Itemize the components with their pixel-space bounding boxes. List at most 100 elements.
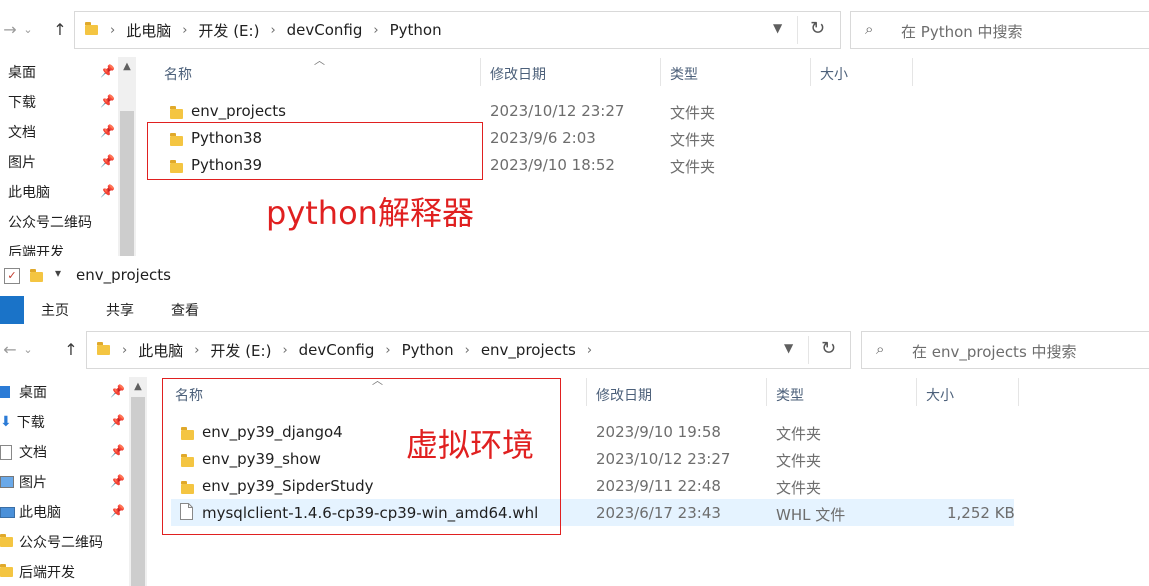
pin-icon: 📌 (110, 414, 125, 428)
scrollbar-thumb[interactable] (120, 111, 134, 256)
up-button[interactable]: ↑ (61, 340, 81, 360)
sidebar-item-qrcode[interactable]: 公众号二维码 (0, 207, 118, 237)
address-bar[interactable]: › 此电脑 › 开发 (E:) › devConfig › Python › e… (86, 331, 851, 369)
file-size: 1,252 KB (947, 504, 1015, 522)
folder-icon (85, 22, 98, 35)
folder-icon (170, 106, 183, 119)
search-icon: ⌕ (865, 20, 874, 38)
sidebar-item-backend[interactable]: 后端开发 (0, 237, 118, 256)
file-type: 文件夹 (670, 131, 716, 149)
folder-icon (97, 342, 110, 355)
search-box[interactable]: ⌕ 在 Python 中搜索 (850, 11, 1149, 49)
file-date: 2023/9/11 22:48 (596, 477, 721, 495)
sidebar-item-documents[interactable]: 文档 📌 (0, 437, 128, 467)
chevron-right-icon[interactable]: › (385, 343, 390, 358)
breadcrumb-devconfig[interactable]: devConfig (299, 341, 375, 359)
forward-button[interactable]: → (0, 20, 20, 40)
up-button[interactable]: ↑ (50, 20, 70, 40)
search-placeholder[interactable]: 在 env_projects 中搜索 (912, 341, 1077, 362)
sidebar-item-pictures[interactable]: 图片 📌 (0, 467, 128, 497)
sidebar-item-downloads[interactable]: ⬇ 下载 📌 (0, 407, 128, 437)
customize-toolbar-icon[interactable]: ▾ (55, 266, 61, 280)
file-tab[interactable] (0, 296, 24, 324)
sidebar-item-this-pc[interactable]: 此电脑 📌 (0, 497, 128, 527)
title-bar: ✓ ▾ env_projects (0, 256, 1149, 296)
refresh-icon[interactable]: ↻ (821, 338, 836, 359)
sidebar-scrollbar[interactable]: ▲ (118, 57, 136, 256)
recent-locations-icon[interactable]: ⌄ (18, 340, 38, 360)
folder-icon (30, 269, 43, 282)
address-history-dropdown-icon[interactable]: ▼ (784, 341, 793, 355)
scrollbar-thumb[interactable] (131, 397, 145, 586)
navigation-pane: 桌面 📌 ⬇ 下载 📌 文档 📌 图片 📌 此电脑 📌 公众号二维码 后端开发 (0, 377, 128, 586)
chevron-right-icon[interactable]: › (587, 343, 592, 358)
file-date: 2023/10/12 23:27 (596, 450, 731, 468)
refresh-icon[interactable]: ↻ (810, 18, 825, 39)
column-header-name[interactable]: 名称 (164, 64, 192, 84)
file-date: 2023/9/6 2:03 (490, 129, 596, 147)
scroll-up-icon[interactable]: ▲ (129, 381, 147, 392)
navigation-pane: 桌面 📌 下载 📌 文档 📌 图片 📌 此电脑 📌 公众号二维码 后端开发 (0, 57, 118, 256)
chevron-right-icon[interactable]: › (465, 343, 470, 358)
pin-icon: 📌 (100, 94, 115, 108)
breadcrumb-this-pc[interactable]: 此电脑 (138, 340, 183, 361)
folder-icon (0, 534, 13, 547)
sidebar-item-documents[interactable]: 文档 📌 (0, 117, 118, 147)
file-type: 文件夹 (776, 479, 822, 497)
scroll-up-icon[interactable]: ▲ (118, 61, 136, 72)
chevron-right-icon[interactable]: › (122, 343, 127, 358)
column-header-size[interactable]: 大小 (820, 64, 848, 84)
breadcrumb-drive-e[interactable]: 开发 (E:) (198, 20, 259, 41)
breadcrumb-python[interactable]: Python (402, 341, 454, 359)
sidebar-item-backend[interactable]: 后端开发 (0, 557, 128, 586)
breadcrumb-drive-e[interactable]: 开发 (E:) (210, 340, 271, 361)
address-bar[interactable]: › 此电脑 › 开发 (E:) › devConfig › Python ▼ ↻ (74, 11, 841, 49)
chevron-right-icon[interactable]: › (270, 23, 275, 38)
file-date: 2023/10/12 23:27 (490, 102, 625, 120)
pin-icon: 📌 (100, 154, 115, 168)
properties-quick-access-icon[interactable]: ✓ (4, 268, 20, 284)
pin-icon: 📌 (110, 504, 125, 518)
sidebar-item-qrcode[interactable]: 公众号二维码 (0, 527, 128, 557)
chevron-right-icon[interactable]: › (373, 23, 378, 38)
chevron-right-icon[interactable]: › (182, 23, 187, 38)
chevron-right-icon[interactable]: › (110, 23, 115, 38)
sidebar-item-this-pc[interactable]: 此电脑 📌 (0, 177, 118, 207)
file-type: WHL 文件 (776, 506, 846, 524)
file-row[interactable]: env_projects 2023/10/12 23:27 文件夹 (160, 97, 920, 124)
annotation-label: python解释器 (266, 194, 474, 232)
tab-view[interactable]: 查看 (171, 300, 199, 320)
file-date: 2023/9/10 18:52 (490, 156, 615, 174)
search-box[interactable]: ⌕ 在 env_projects 中搜索 (861, 331, 1149, 369)
pin-icon: 📌 (110, 384, 125, 398)
column-header-date[interactable]: 修改日期 (490, 64, 546, 84)
address-history-dropdown-icon[interactable]: ▼ (773, 21, 782, 35)
folder-icon (0, 564, 13, 577)
column-header-type[interactable]: 类型 (776, 385, 804, 405)
sidebar-scrollbar[interactable]: ▲ (129, 377, 147, 586)
back-button[interactable]: ← (0, 340, 20, 360)
file-type: 文件夹 (670, 158, 716, 176)
breadcrumb-env-projects[interactable]: env_projects (481, 341, 576, 359)
file-type: 文件夹 (670, 104, 716, 122)
sidebar-item-pictures[interactable]: 图片 📌 (0, 147, 118, 177)
column-header-date[interactable]: 修改日期 (596, 385, 652, 405)
chevron-right-icon[interactable]: › (282, 343, 287, 358)
pin-icon: 📌 (100, 184, 115, 198)
tab-home[interactable]: 主页 (41, 300, 69, 320)
chevron-right-icon[interactable]: › (194, 343, 199, 358)
pin-icon: 📌 (110, 444, 125, 458)
recent-locations-icon[interactable]: ⌄ (18, 20, 38, 40)
search-placeholder[interactable]: 在 Python 中搜索 (901, 21, 1023, 42)
sidebar-item-desktop[interactable]: 桌面 📌 (0, 377, 128, 407)
sidebar-item-desktop[interactable]: 桌面 📌 (0, 57, 118, 87)
sidebar-item-downloads[interactable]: 下载 📌 (0, 87, 118, 117)
column-header-size[interactable]: 大小 (926, 385, 954, 405)
breadcrumb-devconfig[interactable]: devConfig (287, 21, 363, 39)
breadcrumb-python[interactable]: Python (390, 21, 442, 39)
column-header-type[interactable]: 类型 (670, 64, 698, 84)
tab-share[interactable]: 共享 (106, 300, 134, 320)
annotation-box (147, 122, 483, 180)
explorer-window-python: → ⌄ ↑ › 此电脑 › 开发 (E:) › devConfig › Pyth… (0, 0, 1149, 256)
breadcrumb-this-pc[interactable]: 此电脑 (126, 20, 171, 41)
